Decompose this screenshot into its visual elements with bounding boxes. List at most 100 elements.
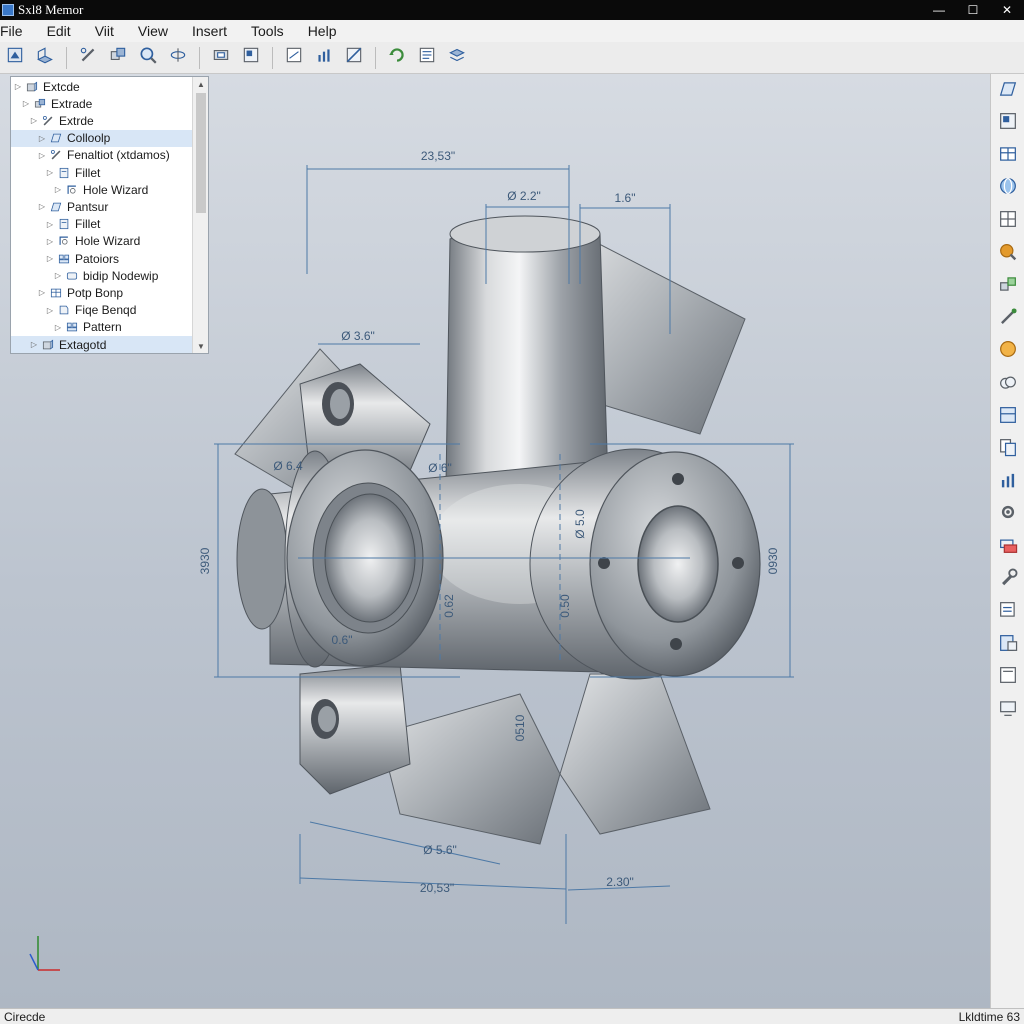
task-pane-plane-button[interactable] <box>995 78 1021 104</box>
expand-arrow-icon[interactable]: ▷ <box>45 306 55 315</box>
menu-view-1[interactable]: Viit <box>95 23 126 39</box>
task-pane-globe-button[interactable] <box>995 176 1021 202</box>
dim-left-height[interactable]: 3930 <box>198 547 212 574</box>
task-pane-stack-button[interactable] <box>995 534 1021 560</box>
toolbar-new-part-button[interactable] <box>2 45 28 71</box>
scroll-up-icon[interactable]: ▲ <box>193 77 209 91</box>
expand-arrow-icon[interactable]: ▷ <box>45 168 55 177</box>
tree-item[interactable]: ▷ Extrde <box>11 112 193 129</box>
revolve-icon <box>168 45 188 70</box>
tree-item[interactable]: ▷ Extagotd <box>11 336 193 353</box>
expand-arrow-icon[interactable]: ▷ <box>13 82 23 91</box>
toolbar-assembly-button[interactable] <box>105 45 131 71</box>
dim-center-vert[interactable]: 0.62 <box>442 594 456 618</box>
expand-arrow-icon[interactable]: ▷ <box>45 220 55 229</box>
task-pane-cloud-button[interactable] <box>995 371 1021 397</box>
toolbar-sketch-button[interactable] <box>75 45 101 71</box>
tree-item-label: Pattern <box>83 320 122 335</box>
task-pane-view-button[interactable] <box>995 111 1021 137</box>
menu-insert[interactable]: Insert <box>192 23 239 39</box>
maximize-button[interactable]: ☐ <box>956 0 990 20</box>
expand-arrow-icon[interactable]: ▷ <box>29 116 39 125</box>
tree-item[interactable]: ▷ bidip Nodewip <box>11 267 193 284</box>
dim-bottom-overall[interactable]: 20,53" <box>420 881 454 895</box>
tree-item[interactable]: ▷ Pantsur <box>11 198 193 215</box>
task-pane-probe-button[interactable] <box>995 306 1021 332</box>
task-pane-note-button[interactable] <box>995 600 1021 626</box>
tree-item[interactable]: ▷ Fillet <box>11 164 193 181</box>
close-button[interactable]: ✕ <box>990 0 1024 20</box>
tree-item[interactable]: ▷ Hole Wizard <box>11 233 193 250</box>
tree-item[interactable]: ▷ Potp Bonp <box>11 284 193 301</box>
tree-item[interactable]: ▷ Extcde <box>11 78 193 95</box>
task-pane-settings-button[interactable] <box>995 502 1021 528</box>
toolbar-extrude-button[interactable] <box>32 45 58 71</box>
expand-arrow-icon[interactable]: ▷ <box>45 237 55 246</box>
dim-top-overall[interactable]: 23,53" <box>421 149 455 163</box>
expand-arrow-icon[interactable]: ▷ <box>37 288 47 297</box>
tree-item[interactable]: ▷ Colloolp <box>11 129 193 147</box>
dim-top-diameter[interactable]: Ø 2.2" <box>507 189 541 203</box>
toolbar-drawing-button[interactable] <box>281 45 307 71</box>
toolbar-cut-button[interactable] <box>208 45 234 71</box>
task-pane-copy-button[interactable] <box>995 437 1021 463</box>
menu-view-2[interactable]: View <box>138 23 180 39</box>
scroll-down-icon[interactable]: ▼ <box>193 339 209 353</box>
expand-arrow-icon[interactable]: ▷ <box>29 340 39 349</box>
menu-edit[interactable]: Edit <box>47 23 83 39</box>
task-pane-grid-button[interactable] <box>995 208 1021 234</box>
toolbar-layers-button[interactable] <box>444 45 470 71</box>
tree-item[interactable]: ▷ Hole Wizard <box>11 181 193 198</box>
dim-left-small[interactable]: Ø 6.4 <box>273 459 303 473</box>
expand-arrow-icon[interactable]: ▷ <box>53 271 63 280</box>
dim-center-diameter[interactable]: Ø 6" <box>428 461 452 475</box>
dim-center-vert-2[interactable]: 0.50 <box>558 594 572 618</box>
menu-help[interactable]: Help <box>308 23 349 39</box>
expand-arrow-icon[interactable]: ▷ <box>53 185 63 194</box>
expand-arrow-icon[interactable]: ▷ <box>53 323 63 332</box>
dim-bottom-diameter[interactable]: Ø 5.6" <box>423 843 457 857</box>
scroll-thumb[interactable] <box>196 93 206 213</box>
dim-bottom-right[interactable]: 2.30" <box>606 875 634 889</box>
dim-lower-left[interactable]: 0.6" <box>332 633 353 647</box>
tree-item[interactable]: ▷ Extrade <box>11 95 193 112</box>
expand-arrow-icon[interactable]: ▷ <box>21 99 31 108</box>
dim-right-height[interactable]: 0930 <box>766 547 780 574</box>
menu-file[interactable]: File <box>0 23 35 39</box>
sketch-icon <box>41 114 55 128</box>
tree-scrollbar[interactable]: ▲ ▼ <box>192 77 208 353</box>
expand-arrow-icon[interactable]: ▷ <box>37 134 47 143</box>
task-pane-screen-button[interactable] <box>995 697 1021 723</box>
toolbar-revolve-button[interactable] <box>165 45 191 71</box>
task-pane-chart-button[interactable] <box>995 469 1021 495</box>
tree-item[interactable]: ▷ Fenaltiot (xtdamos) <box>11 147 193 164</box>
dim-lower-vert[interactable]: 0510 <box>513 714 527 741</box>
toolbar-zoom-button[interactable] <box>135 45 161 71</box>
task-pane-measure-button[interactable] <box>995 665 1021 691</box>
tree-item[interactable]: ▷ Pattern <box>11 319 193 336</box>
toolbar-section-button[interactable] <box>341 45 367 71</box>
dim-left-bore[interactable]: Ø 3.6" <box>341 329 375 343</box>
task-pane-appearance-button[interactable] <box>995 241 1021 267</box>
expand-arrow-icon[interactable]: ▷ <box>37 202 47 211</box>
dim-right-vertical[interactable]: Ø 5.0 <box>573 509 587 539</box>
dim-top-right[interactable]: 1.6" <box>615 191 636 205</box>
tree-item[interactable]: ▷ Fillet <box>11 216 193 233</box>
task-pane-layout-button[interactable] <box>995 404 1021 430</box>
task-pane-mate-button[interactable] <box>995 274 1021 300</box>
task-pane-table-button[interactable] <box>995 143 1021 169</box>
toolbar-view-button[interactable] <box>238 45 264 71</box>
toolbar-rebuild-button[interactable] <box>384 45 410 71</box>
status-right-text: Lkldtime 63 <box>958 1010 1020 1024</box>
tree-item[interactable]: ▷ Patoiors <box>11 250 193 267</box>
toolbar-properties-button[interactable] <box>414 45 440 71</box>
expand-arrow-icon[interactable]: ▷ <box>37 151 47 160</box>
toolbar-chart-button[interactable] <box>311 45 337 71</box>
task-pane-wrench-button[interactable] <box>995 567 1021 593</box>
menu-tools[interactable]: Tools <box>251 23 296 39</box>
tree-item[interactable]: ▷ Fiqe Benqd <box>11 302 193 319</box>
expand-arrow-icon[interactable]: ▷ <box>45 254 55 263</box>
task-pane-file-button[interactable] <box>995 632 1021 658</box>
minimize-button[interactable]: — <box>922 0 956 20</box>
task-pane-color-button[interactable] <box>995 339 1021 365</box>
